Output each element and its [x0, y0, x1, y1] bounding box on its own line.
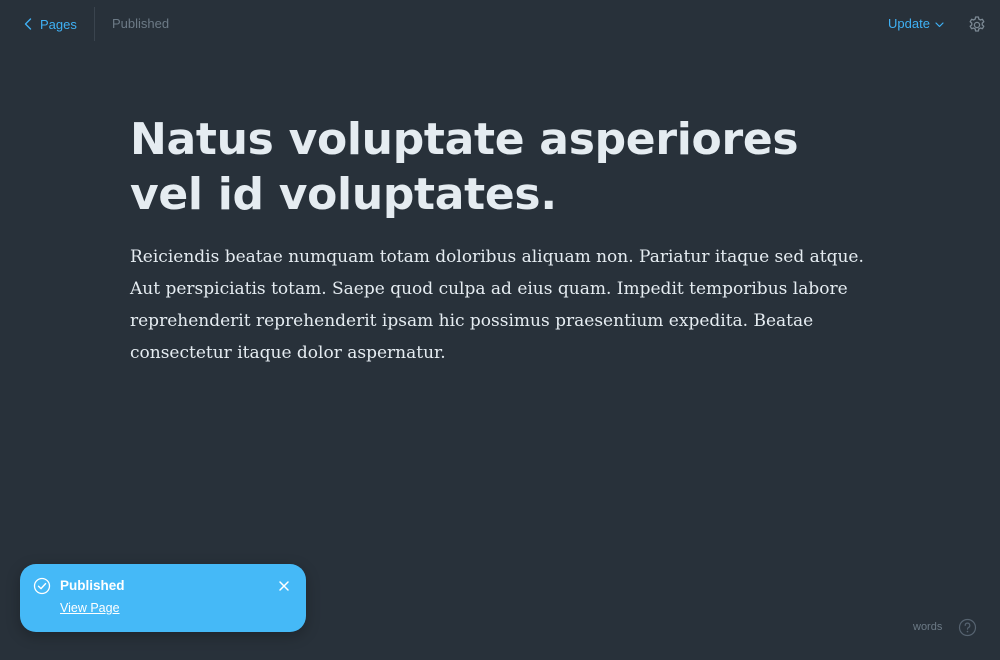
check-circle-icon [33, 577, 51, 595]
chevron-left-icon [24, 18, 32, 30]
top-bar: Pages Published Update [0, 0, 1000, 48]
post-body[interactable]: Reiciendis beatae numquam totam doloribu… [130, 241, 870, 369]
close-icon[interactable] [277, 579, 291, 593]
editor-content: Natus voluptate asperiores vel id volupt… [130, 112, 870, 369]
gear-icon [967, 16, 987, 39]
publish-status: Published [112, 16, 170, 31]
back-to-pages-link[interactable]: Pages [24, 14, 77, 34]
settings-button[interactable] [967, 15, 987, 35]
editor-screen: Pages Published Update Natus voluptate a… [0, 0, 1000, 660]
word-count: words [913, 621, 943, 633]
header-divider [94, 7, 95, 41]
help-button[interactable] [958, 618, 977, 637]
chevron-down-icon [935, 16, 944, 31]
question-circle-icon [958, 618, 977, 641]
post-title[interactable]: Natus voluptate asperiores vel id volupt… [130, 112, 870, 222]
update-button-label: Update [888, 16, 930, 31]
notification-title: Published [60, 578, 125, 593]
back-link-label: Pages [40, 16, 77, 32]
view-page-link[interactable]: View Page [60, 601, 120, 615]
published-notification: Published View Page [20, 564, 306, 632]
update-button[interactable]: Update [888, 16, 944, 31]
